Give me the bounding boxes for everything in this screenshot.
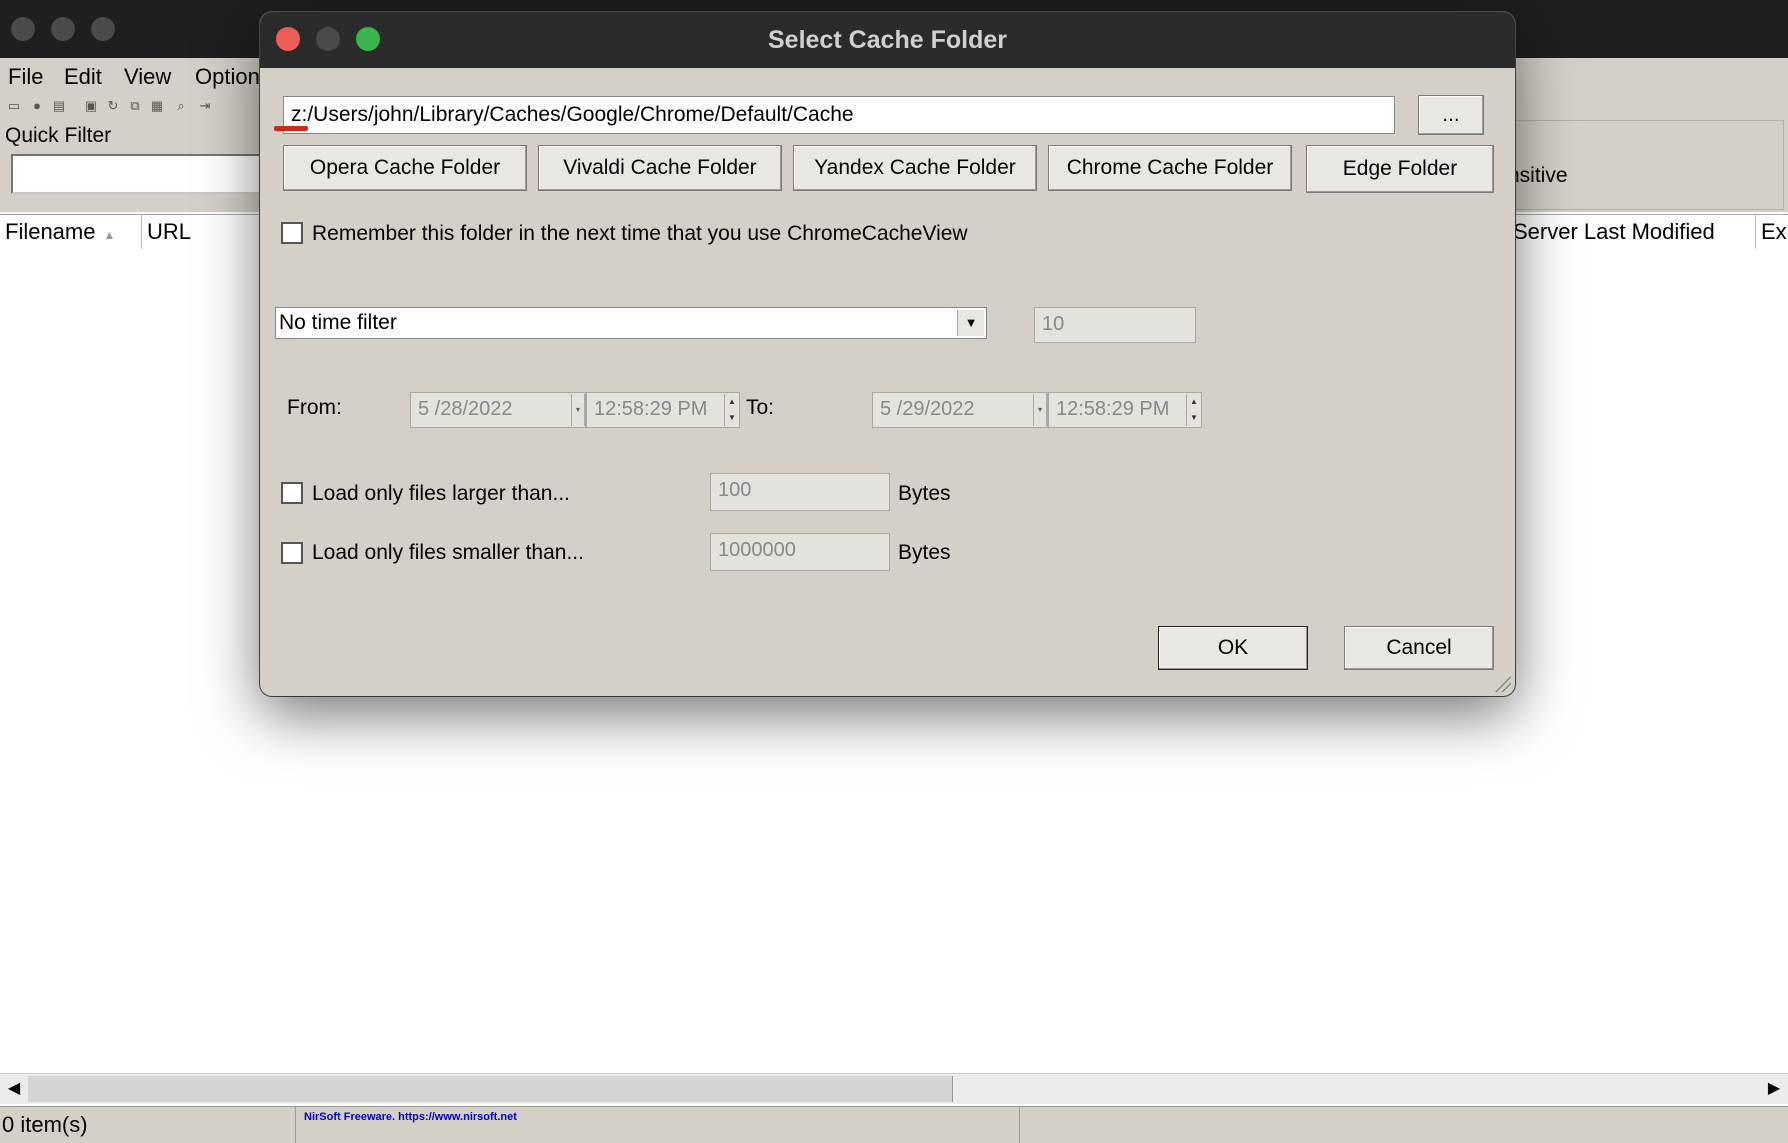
ok-button[interactable]: OK: [1158, 626, 1308, 670]
edge-folder-button[interactable]: Edge Folder: [1306, 145, 1494, 193]
column-ex[interactable]: Ex: [1756, 215, 1788, 249]
load-larger-checkbox[interactable]: [281, 482, 303, 504]
scroll-left-icon[interactable]: ◀: [0, 1074, 28, 1104]
to-date-dropdown-icon[interactable]: ▾: [1033, 394, 1047, 426]
menu-options[interactable]: Option: [195, 64, 260, 90]
remember-folder-checkbox[interactable]: [281, 222, 303, 244]
resize-grip-icon[interactable]: [1495, 676, 1511, 692]
save-icon[interactable]: ▣: [84, 99, 98, 113]
time-filter-select[interactable]: No time filter ▼: [275, 307, 987, 339]
column-filename-label: Filename: [5, 219, 96, 244]
from-label: From:: [287, 396, 342, 419]
dialog-minimize-button[interactable]: [316, 27, 340, 51]
exit-icon[interactable]: ⇥: [198, 99, 212, 113]
dialog-title: Select Cache Folder: [768, 26, 1007, 54]
smaller-than-field[interactable]: 1000000: [710, 533, 890, 571]
main-minimize-button[interactable]: [51, 17, 75, 41]
from-date-field[interactable]: 5 /28/2022: [410, 392, 586, 428]
column-ex-label: Ex: [1761, 219, 1787, 244]
quick-filter-label: Quick Filter: [5, 124, 112, 147]
column-server-last-modified-label: Server Last Modified: [1513, 219, 1715, 244]
stop-icon[interactable]: ●: [30, 99, 44, 113]
smaller-unit-label: Bytes: [898, 541, 951, 564]
browse-button[interactable]: ...: [1418, 95, 1484, 135]
status-count-cell: 0 item(s): [0, 1107, 296, 1143]
larger-unit-label: Bytes: [898, 482, 951, 505]
dialog-titlebar: Select Cache Folder: [260, 12, 1515, 68]
time-filter-value-field[interactable]: 10: [1034, 307, 1196, 343]
chevron-down-icon[interactable]: ▼: [957, 310, 984, 336]
column-url-label: URL: [147, 219, 192, 244]
open-folder-icon[interactable]: ▭: [7, 99, 21, 113]
yandex-cache-folder-button[interactable]: Yandex Cache Folder: [793, 145, 1037, 191]
from-time-spinner-icon[interactable]: ▲ ▼: [724, 394, 739, 426]
column-server-last-modified[interactable]: Server Last Modified: [1508, 215, 1756, 249]
opera-cache-folder-button[interactable]: Opera Cache Folder: [283, 145, 527, 191]
column-url[interactable]: URL: [142, 215, 260, 249]
sort-ascending-icon: ▲: [103, 228, 116, 242]
from-time-field[interactable]: 12:58:29 PM: [586, 392, 740, 428]
vivaldi-cache-folder-button[interactable]: Vivaldi Cache Folder: [538, 145, 782, 191]
remember-folder-label[interactable]: Remember this folder in the next time th…: [312, 222, 968, 246]
larger-than-field[interactable]: 100: [710, 473, 890, 511]
main-close-button[interactable]: [11, 17, 35, 41]
quick-filter-input[interactable]: [11, 154, 271, 194]
menu-view[interactable]: View: [124, 64, 171, 90]
to-time-spinner-icon[interactable]: ▲ ▼: [1186, 394, 1201, 426]
column-filename[interactable]: Filename ▲: [0, 215, 142, 249]
to-time-field[interactable]: 12:58:29 PM: [1048, 392, 1202, 428]
red-annotation-mark: [274, 126, 308, 131]
select-cache-folder-dialog: Select Cache Folder z:/Users/john/Librar…: [260, 12, 1515, 696]
menu-edit[interactable]: Edit: [64, 64, 102, 90]
copy-icon[interactable]: ⧉: [128, 99, 142, 113]
cancel-button[interactable]: Cancel: [1344, 626, 1494, 670]
load-smaller-checkbox[interactable]: [281, 542, 303, 564]
menu-file[interactable]: File: [8, 64, 43, 90]
to-date-field[interactable]: 5 /29/2022: [872, 392, 1048, 428]
to-label: To:: [746, 396, 775, 419]
main-zoom-button[interactable]: [91, 17, 115, 41]
properties-icon[interactable]: ▦: [150, 99, 164, 113]
status-link-cell: NirSoft Freeware. https://www.nirsoft.ne…: [296, 1107, 1020, 1143]
find-icon[interactable]: ⌕: [174, 99, 188, 113]
dialog-zoom-button[interactable]: [356, 27, 380, 51]
scroll-right-icon[interactable]: ▶: [1760, 1074, 1788, 1104]
horizontal-scrollbar[interactable]: ◀ ▶: [0, 1073, 1788, 1104]
load-larger-label[interactable]: Load only files larger than...: [312, 482, 570, 506]
dialog-close-button[interactable]: [276, 27, 300, 51]
statusbar: 0 item(s) NirSoft Freeware. https://www.…: [0, 1106, 1788, 1143]
load-smaller-label[interactable]: Load only files smaller than...: [312, 541, 584, 565]
cache-folder-path-input[interactable]: z:/Users/john/Library/Caches/Google/Chro…: [283, 96, 1395, 134]
copy-files-icon[interactable]: ▤: [52, 99, 66, 113]
case-sensitive-label[interactable]: nsitive: [1508, 164, 1568, 188]
status-count: 0 item(s): [2, 1112, 88, 1137]
time-filter-selected: No time filter: [279, 311, 397, 334]
from-date-dropdown-icon[interactable]: ▾: [571, 394, 585, 426]
scrollbar-thumb[interactable]: [28, 1076, 953, 1102]
refresh-icon[interactable]: ↻: [106, 99, 120, 113]
nirsoft-link[interactable]: NirSoft Freeware. https://www.nirsoft.ne…: [296, 1107, 1019, 1123]
chrome-cache-folder-button[interactable]: Chrome Cache Folder: [1048, 145, 1292, 191]
